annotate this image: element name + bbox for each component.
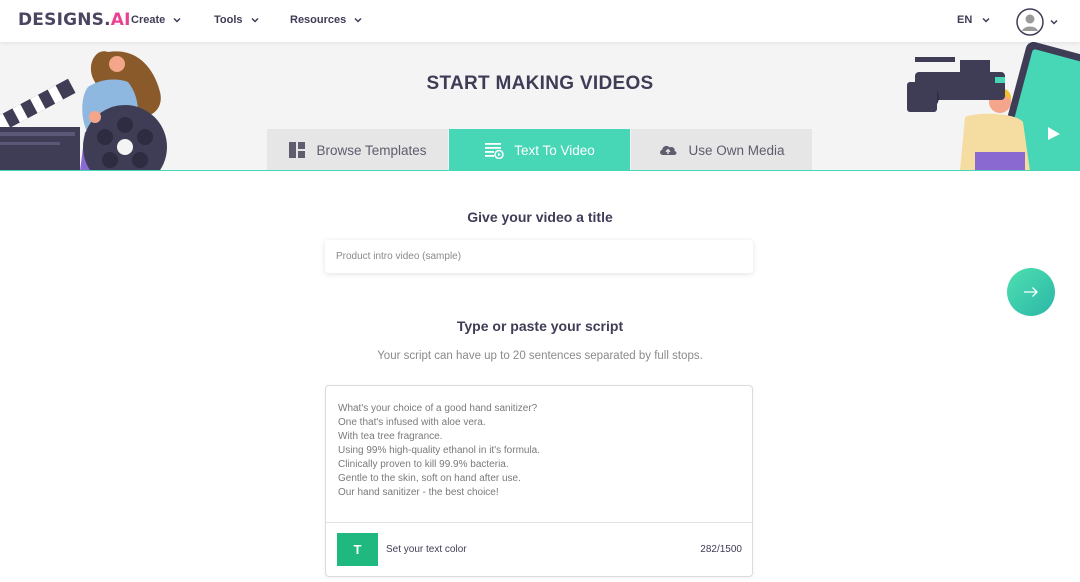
logo[interactable]: DESIGNS.AI (18, 10, 131, 30)
chevron-down-icon (1050, 19, 1058, 25)
template-grid-icon (289, 142, 306, 158)
page-title: START MAKING VIDEOS (426, 73, 654, 94)
chevron-down-icon (173, 17, 181, 23)
avatar-icon (1016, 8, 1044, 36)
nav-create-label: Create (131, 14, 166, 26)
script-footer: T Set your text color 282/1500 (326, 522, 752, 577)
tab-text-to-video[interactable]: Text To Video (449, 129, 630, 170)
clapperboard-illustration (0, 51, 167, 170)
chevron-down-icon (982, 17, 990, 23)
hero-banner: START MAKING VIDEOS Browse Templates Tex… (0, 42, 1080, 171)
top-navigation: DESIGNS.AI Create Tools Resources EN (0, 0, 1080, 42)
language-label: EN (957, 14, 973, 26)
logo-text: DESIGNS. (18, 10, 111, 30)
nav-tools[interactable]: Tools (214, 14, 261, 26)
nav-resources[interactable]: Resources (290, 14, 364, 26)
video-title-input[interactable] (325, 240, 753, 273)
language-selector[interactable]: EN (957, 14, 992, 26)
next-button[interactable] (1007, 268, 1055, 316)
user-menu[interactable] (1016, 8, 1060, 36)
text-color-label: Set your text color (386, 544, 467, 555)
mode-tabs: Browse Templates Text To Video Use Own M… (267, 129, 812, 170)
arrow-right-icon (1024, 287, 1038, 297)
script-line: Clinically proven to kill 99.9% bacteria… (338, 459, 509, 470)
text-to-video-icon (485, 143, 504, 159)
cloud-upload-icon (660, 145, 677, 155)
chevron-down-icon (250, 17, 259, 23)
nav-resources-label: Resources (290, 14, 347, 26)
nav-tools-label: Tools (214, 14, 243, 26)
character-counter: 282/1500 (700, 544, 742, 555)
tab-browse-templates-label: Browse Templates (316, 142, 427, 158)
script-line: One that's infused with aloe vera. (338, 417, 486, 428)
script-editor[interactable]: What's your choice of a good hand saniti… (325, 385, 753, 577)
logo-ai: AI (110, 10, 131, 30)
script-heading: Type or paste your script (456, 318, 624, 334)
title-heading: Give your video a title (467, 209, 613, 225)
script-line: Our hand sanitizer - the best choice! (338, 487, 499, 498)
text-color-button[interactable]: T (337, 533, 378, 566)
script-line: With tea tree fragrance. (338, 431, 443, 442)
tab-browse-templates[interactable]: Browse Templates (267, 129, 448, 170)
camera-operator-illustration (907, 42, 1080, 170)
script-line: What's your choice of a good hand saniti… (338, 403, 538, 414)
tab-text-to-video-label: Text To Video (514, 142, 595, 158)
tab-use-own-media-label: Use Own Media (688, 142, 785, 158)
tab-use-own-media[interactable]: Use Own Media (631, 129, 812, 170)
script-line: Gentle to the skin, soft on hand after u… (338, 473, 521, 484)
script-text[interactable]: What's your choice of a good hand saniti… (338, 402, 540, 500)
script-helper-text: Your script can have up to 20 sentences … (377, 350, 703, 362)
chevron-down-icon (354, 17, 362, 23)
nav-create[interactable]: Create (131, 14, 183, 26)
script-line: Using 99% high-quality ethanol in it's f… (338, 445, 541, 456)
